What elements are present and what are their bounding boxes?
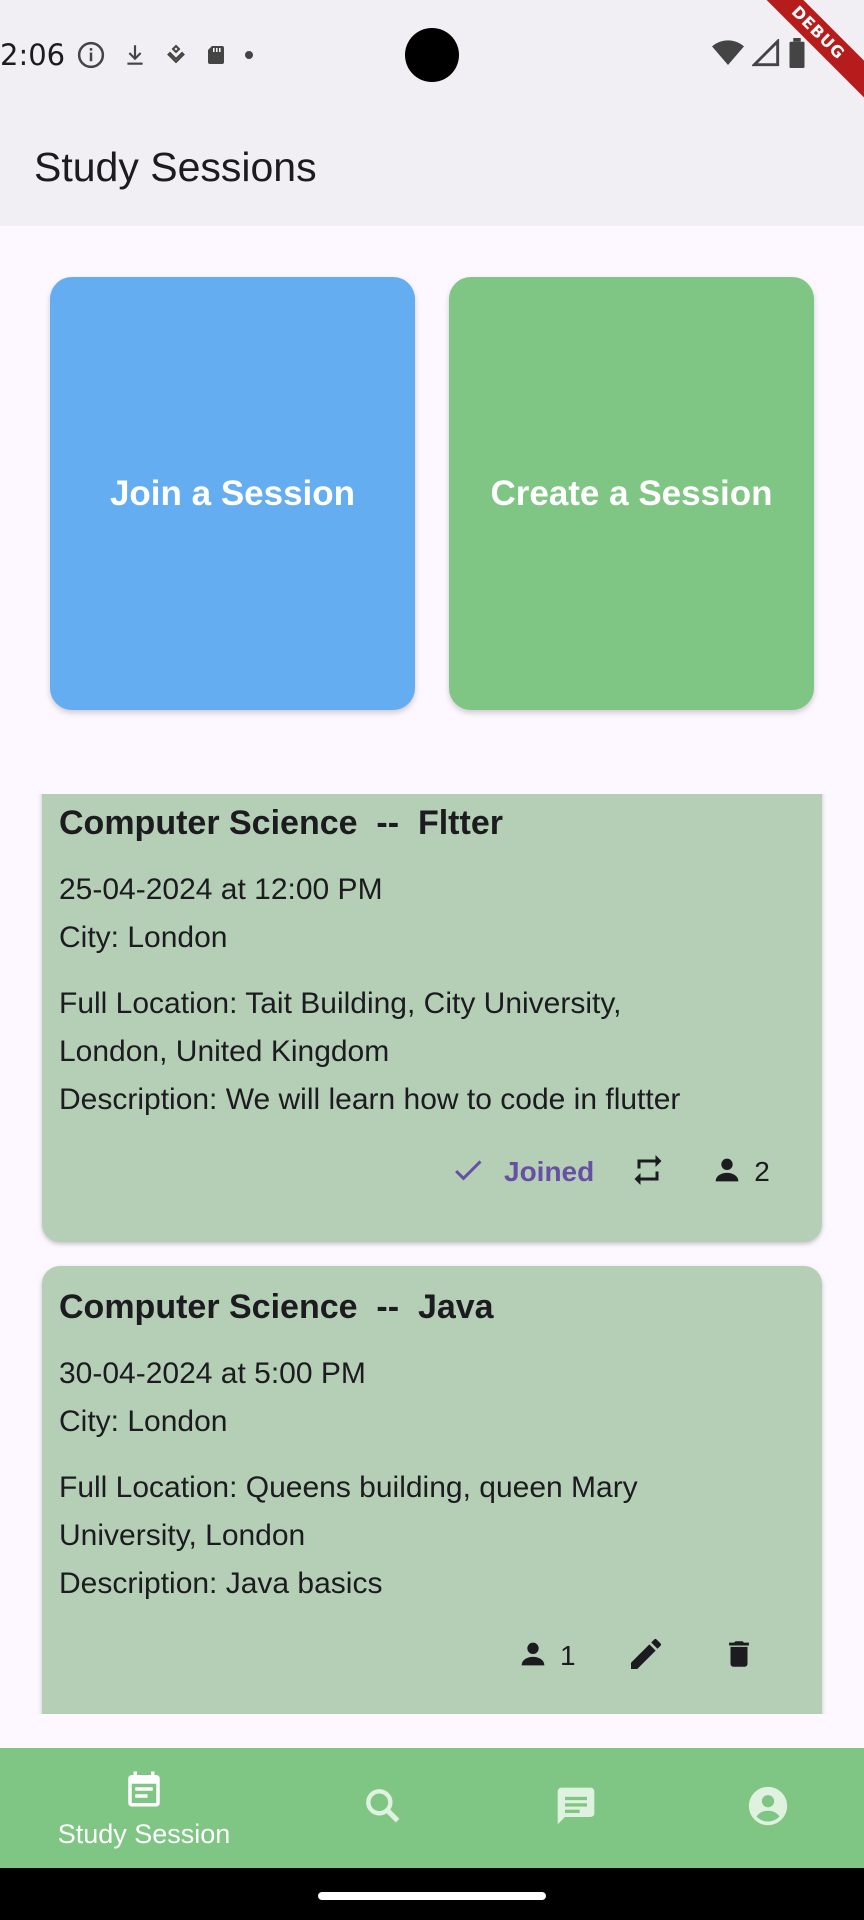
session-datetime: 30-04-2024 at 5:00 PM <box>59 1357 366 1390</box>
search-icon <box>361 1784 405 1832</box>
join-session-label: Join a Session <box>109 473 356 513</box>
create-session-label: Create a Session <box>490 473 773 513</box>
edit-icon[interactable] <box>626 1634 666 1678</box>
wifi-icon <box>712 39 744 71</box>
session-location-line2: London, United Kingdom <box>59 1035 390 1068</box>
attendee-count: 1 <box>560 1640 576 1671</box>
account-icon <box>745 1783 791 1833</box>
session-description: Description: Java basics <box>59 1567 383 1600</box>
nav-item-study-session[interactable]: Study Session <box>30 1748 258 1868</box>
joined-label: Joined <box>504 1156 595 1187</box>
sd-card-icon <box>204 41 228 69</box>
status-icons-left <box>76 40 254 70</box>
page-title: Study Sessions <box>34 144 317 190</box>
joined-button[interactable]: Joined <box>450 1152 594 1192</box>
info-icon <box>76 40 106 70</box>
repeat-icon[interactable] <box>630 1152 666 1192</box>
chat-icon <box>554 1784 598 1832</box>
session-list[interactable]: Computer Science -- Fltter 25-04-2024 at… <box>0 794 864 1714</box>
create-session-button[interactable]: Create a Session <box>449 277 814 710</box>
nav-label-study-session: Study Session <box>57 1818 231 1849</box>
home-gesture-bar[interactable] <box>318 1892 546 1900</box>
person-icon <box>710 1153 744 1191</box>
status-icons-right <box>712 37 806 72</box>
session-card[interactable]: Computer Science -- Fltter 25-04-2024 at… <box>42 794 822 1242</box>
check-icon <box>450 1152 486 1192</box>
card-actions: Joined 2 <box>450 1152 770 1192</box>
battery-icon <box>788 38 806 72</box>
calendar-icon <box>123 1767 165 1815</box>
gesture-area <box>0 1868 864 1920</box>
nav-item-search[interactable] <box>335 1748 431 1868</box>
person-icon <box>516 1637 550 1675</box>
session-title: Computer Science -- Java <box>59 1288 494 1326</box>
session-location-line1: Full Location: Tait Building, City Unive… <box>59 987 622 1020</box>
session-datetime: 25-04-2024 at 12:00 PM <box>59 873 383 906</box>
download-icon <box>122 41 148 69</box>
session-city: City: London <box>59 921 228 954</box>
attendee-count: 2 <box>754 1156 770 1187</box>
bottom-navigation: Study Session <box>0 1748 864 1868</box>
camera-cutout <box>405 28 459 82</box>
assistant-icon <box>164 41 188 69</box>
status-bar: 2:06 DEBUG <box>0 0 864 108</box>
delete-icon[interactable] <box>722 1635 756 1677</box>
status-time: 2:06 <box>0 38 66 72</box>
dot-icon <box>244 50 254 60</box>
session-location-line2: University, London <box>59 1519 306 1552</box>
signal-icon <box>750 37 780 71</box>
nav-item-account[interactable] <box>720 1748 816 1868</box>
session-description: Description: We will learn how to code i… <box>59 1083 681 1116</box>
join-session-button[interactable]: Join a Session <box>50 277 415 710</box>
session-location-line1: Full Location: Queens building, queen Ma… <box>59 1471 638 1504</box>
app-bar: Study Sessions <box>0 108 864 226</box>
card-actions: 1 <box>516 1634 756 1678</box>
nav-item-chat[interactable] <box>528 1748 624 1868</box>
session-card[interactable]: Computer Science -- Java 30-04-2024 at 5… <box>42 1266 822 1714</box>
session-city: City: London <box>59 1405 228 1438</box>
session-title: Computer Science -- Fltter <box>59 804 503 842</box>
